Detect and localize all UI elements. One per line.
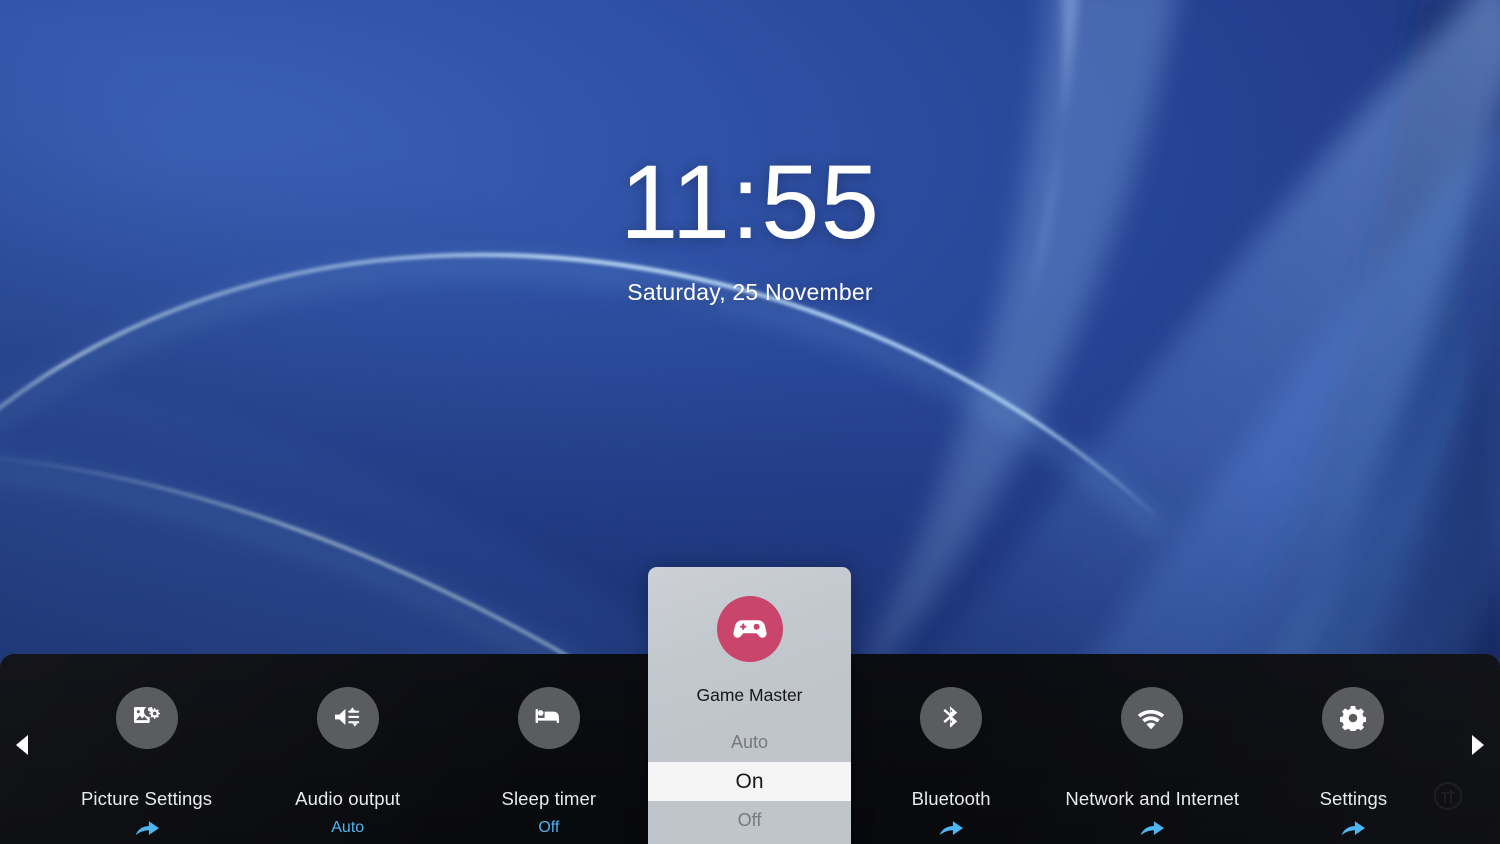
sleep-timer-icon[interactable]: [517, 687, 580, 749]
clock-date: Saturday, 25 November: [627, 279, 873, 305]
popup-option-on[interactable]: On: [648, 762, 851, 801]
scroll-right-arrow-icon[interactable]: [1466, 733, 1488, 757]
tile-label: Bluetooth: [911, 788, 991, 809]
tile-label: Network and Internet: [1065, 788, 1240, 809]
tile-label: Settings: [1319, 788, 1388, 809]
quick-setting-tile-picture-settings[interactable]: Picture Settings: [46, 654, 247, 838]
tile-label: Audio output: [295, 788, 401, 809]
forward-arrow-icon: [938, 818, 964, 838]
forward-arrow-icon: [134, 818, 160, 838]
tv-settings-overlay-screen: 11:55 Saturday, 25 November Picture Sett…: [0, 0, 1500, 844]
clock-widget: 11:55 Saturday, 25 November: [0, 150, 1500, 306]
tile-label: Sleep timer: [501, 788, 597, 809]
picture-settings-icon[interactable]: [115, 687, 178, 749]
gear-icon[interactable]: [1322, 687, 1385, 749]
forward-arrow-icon: [1139, 818, 1165, 838]
scroll-left-arrow-icon[interactable]: [12, 733, 34, 757]
quick-setting-tile-sleep-timer[interactable]: Sleep timer Off: [448, 654, 649, 838]
forward-arrow-icon: [1340, 818, 1366, 838]
tile-value: Off: [538, 819, 560, 836]
popup-options-list: Auto On Off: [648, 723, 851, 840]
gamepad-icon: [716, 596, 783, 662]
game-master-popup: Game Master Auto On Off: [648, 567, 851, 844]
wifi-icon[interactable]: [1121, 687, 1184, 749]
popup-title: Game Master: [696, 685, 803, 705]
quick-setting-tile-bluetooth[interactable]: Bluetooth: [851, 654, 1052, 838]
bluetooth-icon[interactable]: [920, 687, 983, 749]
quick-setting-tile-audio-output[interactable]: Audio output Auto: [247, 654, 448, 838]
popup-option-off[interactable]: Off: [648, 801, 851, 840]
popup-option-auto[interactable]: Auto: [648, 723, 851, 762]
quick-setting-tile-network-and-internet[interactable]: Network and Internet: [1052, 654, 1253, 838]
quick-setting-tile-settings[interactable]: Settings: [1253, 654, 1454, 838]
tile-label: Picture Settings: [80, 788, 213, 809]
tile-value: Auto: [331, 819, 365, 836]
audio-output-icon[interactable]: [316, 687, 379, 749]
clock-time: 11:55: [620, 144, 880, 261]
